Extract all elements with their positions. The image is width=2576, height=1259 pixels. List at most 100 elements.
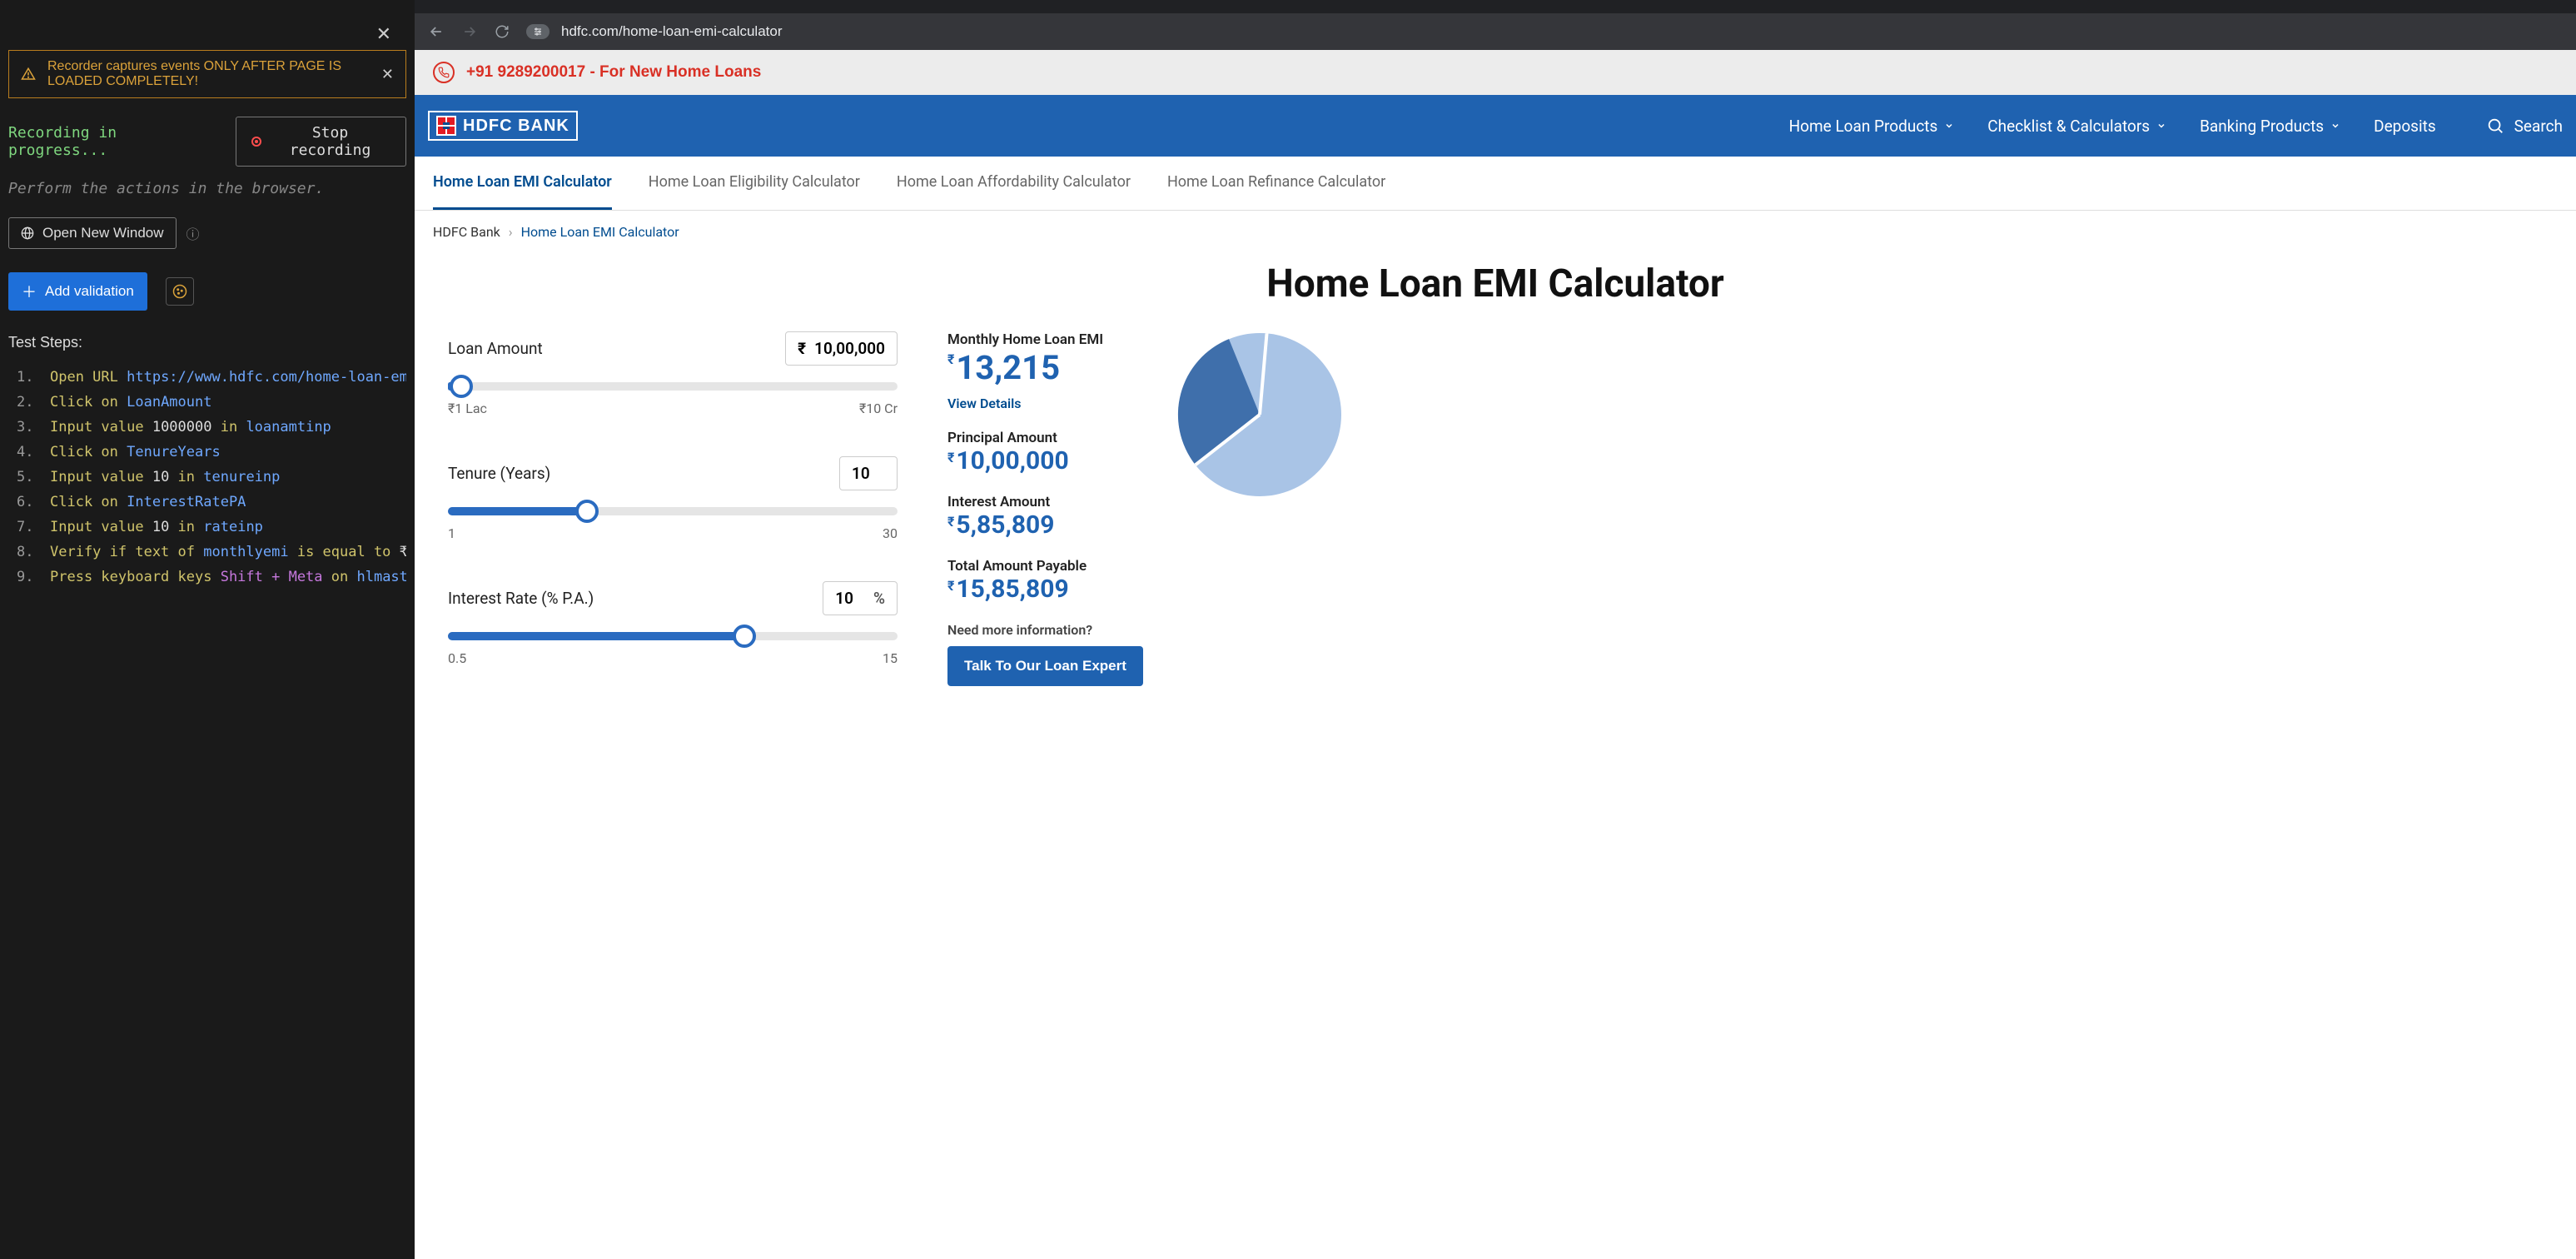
notice-text: Recorder captures events ONLY AFTER PAGE… <box>47 59 370 89</box>
tab-affordability-calculator[interactable]: Home Loan Affordability Calculator <box>897 157 1131 210</box>
range-max: 30 <box>883 525 898 541</box>
test-step[interactable]: Click on InterestRatePA <box>8 490 406 515</box>
nav-checklist-calculators[interactable]: Checklist & Calculators <box>1987 117 2166 136</box>
chevron-down-icon <box>2156 121 2166 131</box>
test-step[interactable]: Press keyboard keys Shift + Meta on hlma… <box>8 565 406 590</box>
phone-icon <box>433 62 455 83</box>
loan-amount-label: Loan Amount <box>448 339 543 358</box>
loan-amount-input[interactable]: ₹10,00,000 <box>785 331 898 366</box>
warning-icon <box>21 67 36 82</box>
loan-amount-slider[interactable] <box>448 382 898 391</box>
record-icon <box>251 137 261 147</box>
talk-to-expert-button[interactable]: Talk To Our Loan Expert <box>947 646 1143 686</box>
promo-banner: +91 9289200017 - For New Home Loans <box>415 50 2576 95</box>
brand-logo[interactable]: HDFC BANK <box>428 111 578 141</box>
nav-search[interactable]: Search <box>2486 117 2563 136</box>
test-step[interactable]: Input value 10 in rateinp <box>8 515 406 540</box>
recorder-instruction: Perform the actions in the browser. <box>8 180 406 197</box>
slider-thumb[interactable] <box>733 625 756 648</box>
nav-reload-icon[interactable] <box>495 24 510 39</box>
tenure-label: Tenure (Years) <box>448 464 550 483</box>
url-text: hdfc.com/home-loan-emi-calculator <box>561 23 783 40</box>
notice-close-icon[interactable]: ✕ <box>381 66 394 83</box>
test-step[interactable]: Input value 1000000 in loanamtinp <box>8 415 406 440</box>
slider-thumb[interactable] <box>575 500 599 523</box>
view-details-link[interactable]: View Details <box>947 396 1143 411</box>
chevron-down-icon <box>2330 121 2340 131</box>
chevron-right-icon: › <box>509 224 513 240</box>
breadcrumb-current: Home Loan EMI Calculator <box>521 224 679 240</box>
calculator-results: Monthly Home Loan EMI ₹13,215 View Detai… <box>947 331 2543 706</box>
close-icon[interactable]: ✕ <box>376 23 391 45</box>
sub-tabs: Home Loan EMI Calculator Home Loan Eligi… <box>415 157 2576 211</box>
calculator-inputs: Loan Amount ₹10,00,000 ₹1 Lac ₹10 Cr Tenu… <box>448 331 898 706</box>
rupee-icon: ₹ <box>798 339 806 358</box>
nav-deposits[interactable]: Deposits <box>2374 117 2436 136</box>
stop-recording-button[interactable]: Stop recording <box>236 117 406 167</box>
nav-banking-products[interactable]: Banking Products <box>2200 117 2340 136</box>
test-step[interactable]: Open URL https://www.hdfc.com/home-loan-… <box>8 365 406 390</box>
rupee-icon: ₹ <box>947 578 954 594</box>
range-max: ₹10 Cr <box>859 401 898 416</box>
tenure-input[interactable]: 10 <box>839 456 898 490</box>
tab-emi-calculator[interactable]: Home Loan EMI Calculator <box>433 157 612 210</box>
emi-value: ₹13,215 <box>947 348 1143 387</box>
recorder-panel: ✕ Recorder captures events ONLY AFTER PA… <box>0 0 415 1259</box>
test-step[interactable]: Click on LoanAmount <box>8 390 406 415</box>
need-more-label: Need more information? <box>947 622 1143 638</box>
test-step[interactable]: Verify if text of monthlyemi is equal to… <box>8 540 406 565</box>
tab-eligibility-calculator[interactable]: Home Loan Eligibility Calculator <box>649 157 860 210</box>
field-loan-amount: Loan Amount ₹10,00,000 ₹1 Lac ₹10 Cr <box>448 331 898 416</box>
principal-value: ₹10,00,000 <box>947 446 1143 475</box>
add-validation-label: Add validation <box>45 283 134 300</box>
rupee-icon: ₹ <box>947 351 954 367</box>
field-tenure: Tenure (Years) 10 1 30 <box>448 456 898 541</box>
interest-label: Interest Amount <box>947 494 1143 510</box>
range-min: ₹1 Lac <box>448 401 487 416</box>
browser-tabbar <box>415 0 2576 13</box>
cookie-button[interactable] <box>166 277 194 306</box>
stop-recording-label: Stop recording <box>270 124 390 159</box>
recorder-notice: Recorder captures events ONLY AFTER PAGE… <box>8 50 406 98</box>
tune-icon <box>533 27 543 37</box>
slider-thumb[interactable] <box>450 375 473 398</box>
tenure-slider[interactable] <box>448 507 898 515</box>
open-new-window-label: Open New Window <box>42 225 164 241</box>
open-new-window-button[interactable]: Open New Window <box>8 217 177 249</box>
interest-value: ₹5,85,809 <box>947 510 1143 540</box>
breadcrumb-root[interactable]: HDFC Bank <box>433 224 500 240</box>
add-validation-button[interactable]: ＋ Add validation <box>8 272 147 311</box>
test-steps-header: Test Steps: <box>8 334 406 351</box>
cookie-icon <box>172 284 187 299</box>
total-label: Total Amount Payable <box>947 558 1143 575</box>
interest-rate-input[interactable]: 10% <box>823 581 898 615</box>
interest-rate-label: Interest Rate (% P.A.) <box>448 589 594 608</box>
info-icon[interactable]: ⓘ <box>186 223 200 243</box>
test-step[interactable]: Click on TenureYears <box>8 440 406 465</box>
site-info-chip[interactable] <box>526 24 550 39</box>
main-nav: HDFC BANK Home Loan Products Checklist &… <box>415 95 2576 157</box>
page-title: Home Loan EMI Calculator <box>415 240 2576 331</box>
breadcrumb: HDFC Bank › Home Loan EMI Calculator <box>415 211 2576 240</box>
nav-home-loan-products[interactable]: Home Loan Products <box>1789 117 1955 136</box>
nav-forward-icon[interactable] <box>461 23 478 40</box>
recording-status: Recording in progress... <box>8 124 216 159</box>
test-step[interactable]: Input value 10 in tenureinp <box>8 465 406 490</box>
url-zone[interactable]: hdfc.com/home-loan-emi-calculator <box>526 23 783 40</box>
interest-rate-slider[interactable] <box>448 632 898 640</box>
search-icon <box>2486 117 2504 135</box>
plus-icon: ＋ <box>22 281 37 302</box>
field-interest-rate: Interest Rate (% P.A.) 10% 0.5 15 <box>448 581 898 666</box>
range-min: 0.5 <box>448 650 466 666</box>
browser-window: hdfc.com/home-loan-emi-calculator +91 92… <box>415 0 2576 1259</box>
nav-back-icon[interactable] <box>428 23 445 40</box>
nav-links: Home Loan Products Checklist & Calculato… <box>1789 117 2563 136</box>
test-steps-list: Open URL https://www.hdfc.com/home-loan-… <box>8 365 406 590</box>
promo-text[interactable]: +91 9289200017 - For New Home Loans <box>466 63 761 82</box>
emi-label: Monthly Home Loan EMI <box>947 331 1143 348</box>
page-content: +91 9289200017 - For New Home Loans HDFC… <box>415 50 2576 1259</box>
range-max: 15 <box>883 650 898 666</box>
rupee-icon: ₹ <box>947 514 954 530</box>
range-min: 1 <box>448 525 455 541</box>
tab-refinance-calculator[interactable]: Home Loan Refinance Calculator <box>1167 157 1385 210</box>
